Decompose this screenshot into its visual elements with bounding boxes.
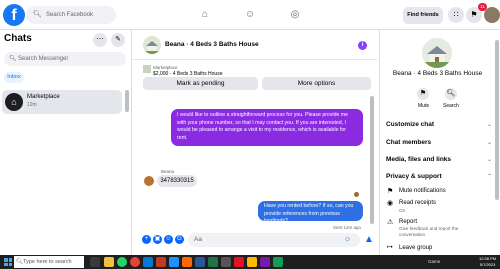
facebook-search-input[interactable]: 🔍︎ Search Facebook — [26, 6, 116, 24]
find-friends-button[interactable]: Find friends — [403, 7, 443, 24]
details-scrollbar[interactable] — [495, 40, 499, 200]
weather-status[interactable]: Game — [428, 259, 440, 264]
app-icon[interactable] — [169, 257, 179, 267]
listing-thumbnail — [143, 65, 151, 73]
chrome-icon[interactable] — [130, 257, 140, 267]
conversation-name: Marketplace — [27, 94, 60, 100]
conversation-time: 12m — [27, 102, 37, 108]
more-options-button[interactable]: More options — [262, 77, 371, 90]
conversation-item-marketplace[interactable]: ⌂ Marketplace 12m — [2, 90, 122, 114]
report-icon: ⚠ — [387, 219, 394, 226]
sender-name: Beana — [161, 169, 175, 174]
mute-bell-icon: ⚑ — [387, 188, 394, 195]
marketplace-store-icon: ⌂ — [5, 93, 23, 111]
app-icon[interactable] — [221, 257, 231, 267]
file-explorer-icon[interactable] — [104, 257, 114, 267]
facebook-logo-icon[interactable]: f — [3, 4, 25, 26]
chat-members-row[interactable]: Chat members — [386, 139, 431, 146]
chat-scrollbar[interactable] — [370, 96, 374, 224]
marketplace-label: Marketplace — [153, 65, 178, 70]
excel-icon[interactable] — [208, 257, 218, 267]
bell-icon[interactable]: ⚑ — [417, 88, 429, 100]
emoji-icon[interactable]: ☺ — [344, 236, 351, 243]
groups-icon[interactable]: ◎ — [288, 8, 302, 22]
media-files-links-row[interactable]: Media, files and links — [386, 156, 451, 163]
info-icon[interactable]: i — [358, 41, 367, 50]
inbox-tab[interactable]: Inbox — [4, 72, 24, 83]
messenger-search-placeholder: Search Messenger — [18, 56, 69, 62]
plus-icon[interactable]: + — [142, 235, 151, 244]
windows-taskbar: 🔍︎ Type here to search Game 12:38 PM 5/7… — [0, 255, 500, 269]
message-composer: + ▣ ☺ G Aa ☺ ▲ — [140, 233, 375, 247]
more-options-icon[interactable]: ⋯ — [93, 33, 107, 47]
sent-status: Sent 12m ago — [333, 225, 362, 230]
taskbar-search-input[interactable]: 🔍︎ Type here to search — [14, 256, 84, 268]
app-icon[interactable] — [247, 257, 257, 267]
chevron-down-icon[interactable]: ⌄ — [487, 121, 492, 128]
read-receipts-state: On — [399, 208, 406, 213]
outgoing-message: Have you rented before? If so, can you p… — [258, 201, 363, 224]
chat-header: Beana · 4 Beds 3 Baths House i — [133, 30, 377, 60]
messenger-search-input[interactable]: 🔍︎ Search Messenger — [4, 52, 126, 66]
chats-title: Chats — [4, 33, 32, 44]
clock-date: 5/7/2023 — [479, 262, 496, 267]
image-icon[interactable]: ▣ — [153, 235, 162, 244]
gif-icon[interactable]: G — [175, 235, 184, 244]
chat-details-panel: Beana · 4 Beds 3 Baths House ⚑ Mute 🔍︎ S… — [379, 30, 500, 255]
app-icon[interactable] — [156, 257, 166, 267]
app-icon[interactable] — [234, 257, 244, 267]
app-icon[interactable] — [260, 257, 270, 267]
search-icon: 🔍︎ — [16, 259, 23, 265]
chevron-up-icon[interactable]: ⌃ — [487, 173, 492, 180]
thumbs-up-icon[interactable]: ▲ — [364, 234, 374, 245]
details-title: Beana · 4 Beds 3 Baths House — [392, 70, 483, 77]
top-bar: f 🔍︎ Search Facebook ⌂ ☺ ◎ Find friends … — [0, 0, 500, 30]
house-avatar[interactable] — [143, 36, 161, 54]
clock[interactable]: 12:38 PM 5/7/2023 — [479, 256, 496, 268]
read-receipts-item[interactable]: Read receipts — [399, 200, 436, 206]
word-icon[interactable] — [195, 257, 205, 267]
chevron-down-icon[interactable]: ⌄ — [487, 139, 492, 146]
seen-indicator-avatar — [354, 192, 359, 197]
facebook-search-placeholder: Search Facebook — [46, 12, 94, 18]
mute-notifications-item[interactable]: Mute notifications — [399, 188, 446, 194]
windows-start-icon[interactable] — [4, 258, 12, 266]
new-message-icon[interactable]: ✎ — [111, 33, 125, 47]
edge-icon[interactable] — [143, 257, 153, 267]
friends-icon[interactable]: ☺ — [243, 8, 257, 22]
incoming-message: 3478330315 — [157, 175, 197, 187]
chat-title[interactable]: Beana · 4 Beds 3 Baths House — [165, 41, 259, 48]
chevron-down-icon[interactable]: ⌄ — [487, 156, 492, 163]
app-icon[interactable] — [273, 257, 283, 267]
read-receipts-icon: ◉ — [387, 200, 394, 207]
search-icon[interactable]: 🔍︎ — [445, 88, 457, 100]
mark-as-pending-button[interactable]: Mark as pending — [143, 77, 258, 90]
profile-avatar[interactable] — [484, 7, 500, 23]
sender-avatar[interactable] — [144, 176, 154, 186]
sidebar-scrollbar[interactable] — [125, 90, 129, 112]
search-label: Search — [443, 103, 459, 109]
taskbar-search-placeholder: Type here to search — [23, 259, 72, 265]
menu-grid-icon[interactable]: ∷ — [448, 7, 464, 23]
sticker-icon[interactable]: ☺ — [164, 235, 173, 244]
leave-group-icon: ↦ — [387, 244, 393, 251]
task-view-icon[interactable] — [90, 257, 100, 267]
home-icon[interactable]: ⌂ — [198, 8, 212, 22]
app-icon[interactable] — [182, 257, 192, 267]
whatsapp-icon[interactable] — [117, 257, 127, 267]
privacy-support-row[interactable]: Privacy & support — [386, 173, 442, 180]
search-icon: 🔍︎ — [9, 56, 17, 62]
search-icon: 🔍︎ — [33, 11, 42, 18]
chats-sidebar: Chats ⋯ ✎ 🔍︎ Search Messenger Inbox ⌂ Ma… — [0, 30, 132, 255]
outgoing-message: I would like to outline a straightforwar… — [171, 109, 363, 146]
house-profile-image — [422, 38, 452, 68]
customize-chat-row[interactable]: Customize chat — [386, 121, 434, 128]
mute-label: Mute — [418, 103, 430, 109]
message-input[interactable]: Aa — [188, 233, 360, 247]
report-description: Give feedback and report the conversatio… — [399, 226, 459, 237]
leave-group-item[interactable]: Leave group — [399, 245, 432, 251]
report-item[interactable]: Report — [399, 219, 417, 225]
